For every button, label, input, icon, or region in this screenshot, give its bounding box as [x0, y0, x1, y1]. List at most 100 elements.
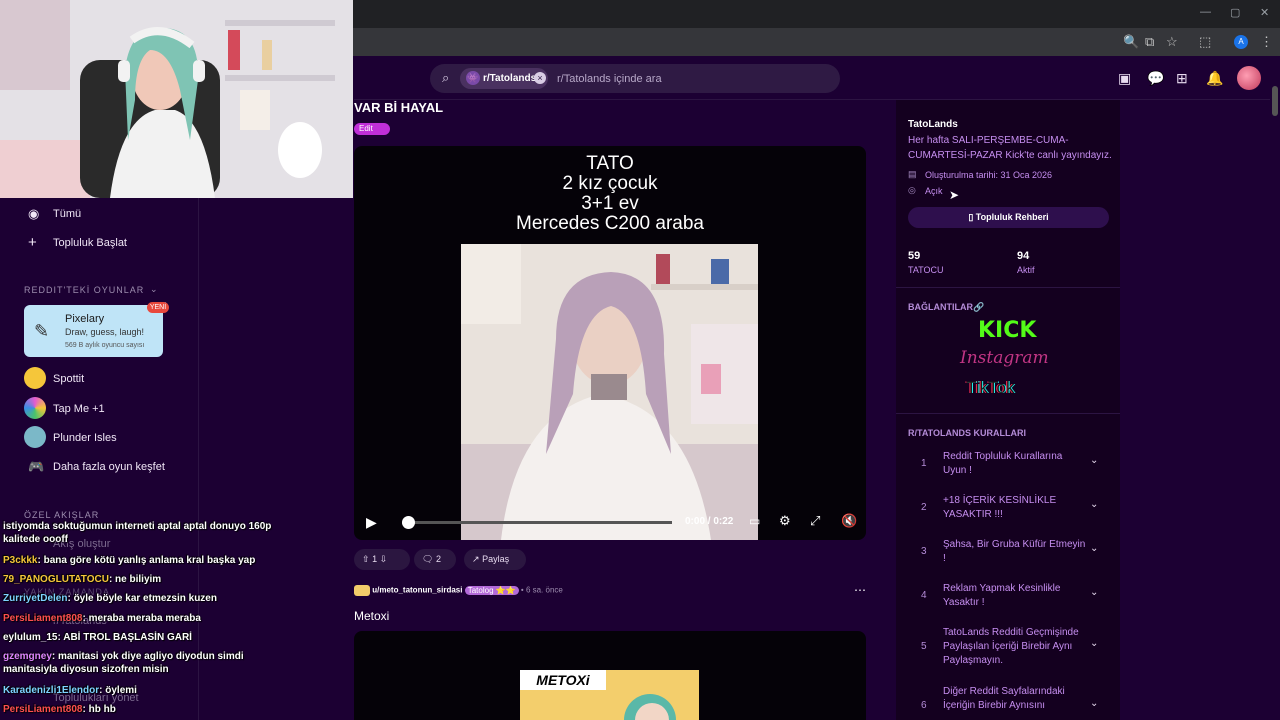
rule-text[interactable]: Reddit Topluluk Kurallarına Uyun ! — [943, 450, 1088, 478]
settings-gear-icon[interactable]: ⚙ — [779, 513, 791, 529]
chat-message: PersiLiament808: hb hb — [3, 704, 116, 715]
rule-number: 3 — [921, 546, 927, 557]
chevron-down-icon[interactable]: ⌄ — [150, 284, 159, 295]
browser-menu-icon[interactable]: ⋮ — [1260, 34, 1273, 50]
video-progress-track[interactable] — [402, 521, 672, 524]
plus-icon: + — [28, 234, 37, 251]
chevron-down-icon[interactable]: ⌄ — [1090, 698, 1098, 709]
sidebar-game-tapme[interactable]: Tap Me +1 — [53, 403, 105, 415]
author-avatar[interactable] — [354, 585, 370, 596]
gamepad-icon: 🎮 — [28, 459, 45, 474]
play-icon[interactable]: ▶ — [366, 514, 377, 531]
captions-icon[interactable]: ▭ — [749, 514, 760, 528]
chat-message: eylulum_15: ABİ TROL BAŞLASİN GARİ — [3, 632, 192, 643]
clear-chip-icon[interactable]: × — [534, 72, 546, 84]
search-icon: ⌕ — [442, 70, 450, 85]
share-label: Paylaş — [482, 554, 510, 564]
close-window-button[interactable]: ✕ — [1260, 6, 1269, 19]
comments-button[interactable]: 🗨 2 — [414, 549, 456, 570]
online-label: Aktif — [1017, 265, 1035, 275]
plunder-isles-icon — [24, 426, 46, 448]
instagram-link[interactable]: Instagram — [960, 348, 1049, 368]
share-icon: ↗ — [472, 554, 480, 564]
video-time: 0:00 / 0:22 — [685, 516, 734, 527]
pixelary-title: Pixelary — [65, 313, 105, 325]
chat-message: PersiLiament808: meraba meraba meraba — [3, 613, 201, 624]
sidebar-item-start-community[interactable]: Topluluk Başlat — [53, 237, 127, 249]
fullscreen-icon[interactable]: ⤢ — [810, 513, 820, 529]
chat-message: Karadenizli1Elendor: öylemi — [3, 685, 137, 696]
community-visibility: Açık — [925, 186, 943, 196]
community-created: Oluşturulma tarihi: 31 Oca 2026 — [925, 170, 1053, 180]
search-input[interactable]: r/Tatolands içinde ara — [557, 73, 662, 85]
video-frame-image — [461, 244, 758, 540]
rule-number: 5 — [921, 641, 927, 652]
create-post-icon[interactable]: ⊞ — [1176, 70, 1188, 87]
sidebar-game-plunder[interactable]: Plunder Isles — [53, 432, 117, 444]
pixelary-subtitle: Draw, guess, laugh! — [65, 327, 145, 337]
video-scrub-handle[interactable] — [402, 516, 415, 529]
members-count: 59 — [908, 250, 921, 262]
search-chip-label: r/Tatolands — [483, 73, 537, 84]
globe-icon: ◉ — [28, 206, 40, 221]
chevron-down-icon[interactable]: ⌄ — [1090, 499, 1098, 510]
sidebar-game-spottit[interactable]: Spottit — [53, 373, 84, 385]
guide-label: Topluluk Rehberi — [975, 212, 1049, 222]
post-flair[interactable]: Edit — [354, 123, 390, 135]
community-avatar-icon: 👾 — [466, 71, 480, 85]
post-title[interactable]: Metoxi — [354, 609, 389, 623]
kick-link[interactable]: KICK — [978, 318, 1036, 343]
comment-icon: 🗨 — [422, 554, 434, 564]
post-author[interactable]: u/meto_tatonun_sirdasi — [372, 586, 462, 595]
extensions-icon[interactable]: ⬚ — [1199, 34, 1211, 50]
tiktok-link[interactable]: TikTok — [966, 378, 1015, 398]
chevron-down-icon[interactable]: ⌄ — [1090, 638, 1098, 649]
upvote-icon[interactable]: ⇧ — [362, 554, 370, 564]
rule-number: 6 — [921, 700, 927, 711]
sidebar-item-all[interactable]: Tümü — [53, 208, 81, 220]
notifications-bell-icon[interactable]: 🔔 — [1206, 70, 1223, 87]
new-badge: YENİ — [147, 302, 169, 313]
post-meta: u/meto_tatonun_sirdasi Tatolog ⭐⭐ • 6 sa… — [354, 585, 563, 596]
video-frame — [461, 244, 758, 540]
post-title[interactable]: VAR Bİ HAYAL — [354, 100, 443, 115]
profile-avatar[interactable]: A — [1234, 35, 1248, 49]
community-guide-button[interactable]: ▯ Topluluk Rehberi — [908, 207, 1109, 228]
share-button[interactable]: ↗ Paylaş — [464, 549, 526, 570]
vote-pill: ⇧ 1 ⇩ — [354, 549, 410, 570]
user-avatar[interactable] — [1237, 66, 1261, 90]
mute-icon[interactable]: 🔇 — [841, 513, 857, 529]
rule-text[interactable]: +18 İÇERİK KESİNLİKLE YASAKTIR !!! — [943, 494, 1088, 522]
advertise-icon[interactable]: ▣ — [1118, 70, 1131, 87]
pixelary-count: 569 B aylık oyuncu sayısı — [65, 342, 145, 349]
chevron-down-icon[interactable]: ⌄ — [1090, 543, 1098, 554]
zoom-icon[interactable]: 🔍 — [1123, 34, 1139, 50]
chat-message: istiyomda soktuğumun interneti aptal apt… — [3, 521, 272, 545]
rule-text[interactable]: TatoLands Redditi Geçmişinde Paylaşılan … — [943, 626, 1088, 668]
rule-text[interactable]: Reklam Yapmak Kesinlikle Yasaktır ! — [943, 582, 1088, 610]
links-header: BAĞLANTILAR🔗 — [908, 302, 985, 312]
bookmark-star-icon[interactable]: ☆ — [1166, 34, 1178, 50]
scrollbar[interactable] — [1270, 56, 1280, 720]
minimize-button[interactable]: — — [1200, 6, 1211, 18]
chevron-down-icon[interactable]: ⌄ — [1090, 455, 1098, 466]
downvote-icon[interactable]: ⇩ — [380, 554, 388, 564]
sidebar-explore-games[interactable]: Daha fazla oyun keşfet — [53, 461, 165, 473]
chat-icon[interactable]: 💬 — [1147, 70, 1164, 87]
chevron-down-icon[interactable]: ⌄ — [1090, 587, 1098, 598]
mouse-cursor-icon: ➤ — [949, 188, 960, 202]
more-options-icon[interactable]: ⋯ — [854, 583, 866, 597]
video-caption-line: TATO — [586, 153, 634, 174]
chat-message: ZurriyetDelen: öyle böyle kar etmezsin k… — [3, 593, 217, 604]
webcam-image — [0, 0, 353, 198]
rule-number: 2 — [921, 502, 927, 513]
post-time: 6 sa. önce — [525, 585, 563, 595]
calendar-icon: ▤ — [908, 169, 917, 179]
scrollbar-thumb[interactable] — [1272, 86, 1278, 116]
rule-text[interactable]: Diğer Reddit Sayfalarındaki İçeriğin Bir… — [943, 685, 1088, 720]
rules-header: R/TATOLANDS KURALLARI — [908, 428, 1026, 438]
section-games: REDDIT'TEKİ OYUNLAR — [24, 285, 145, 295]
rule-text[interactable]: Şahsa, Bir Gruba Küfür Etmeyin ! — [943, 538, 1088, 566]
maximize-button[interactable]: ▢ — [1230, 6, 1240, 19]
install-app-icon[interactable]: ⧉ — [1145, 34, 1154, 50]
